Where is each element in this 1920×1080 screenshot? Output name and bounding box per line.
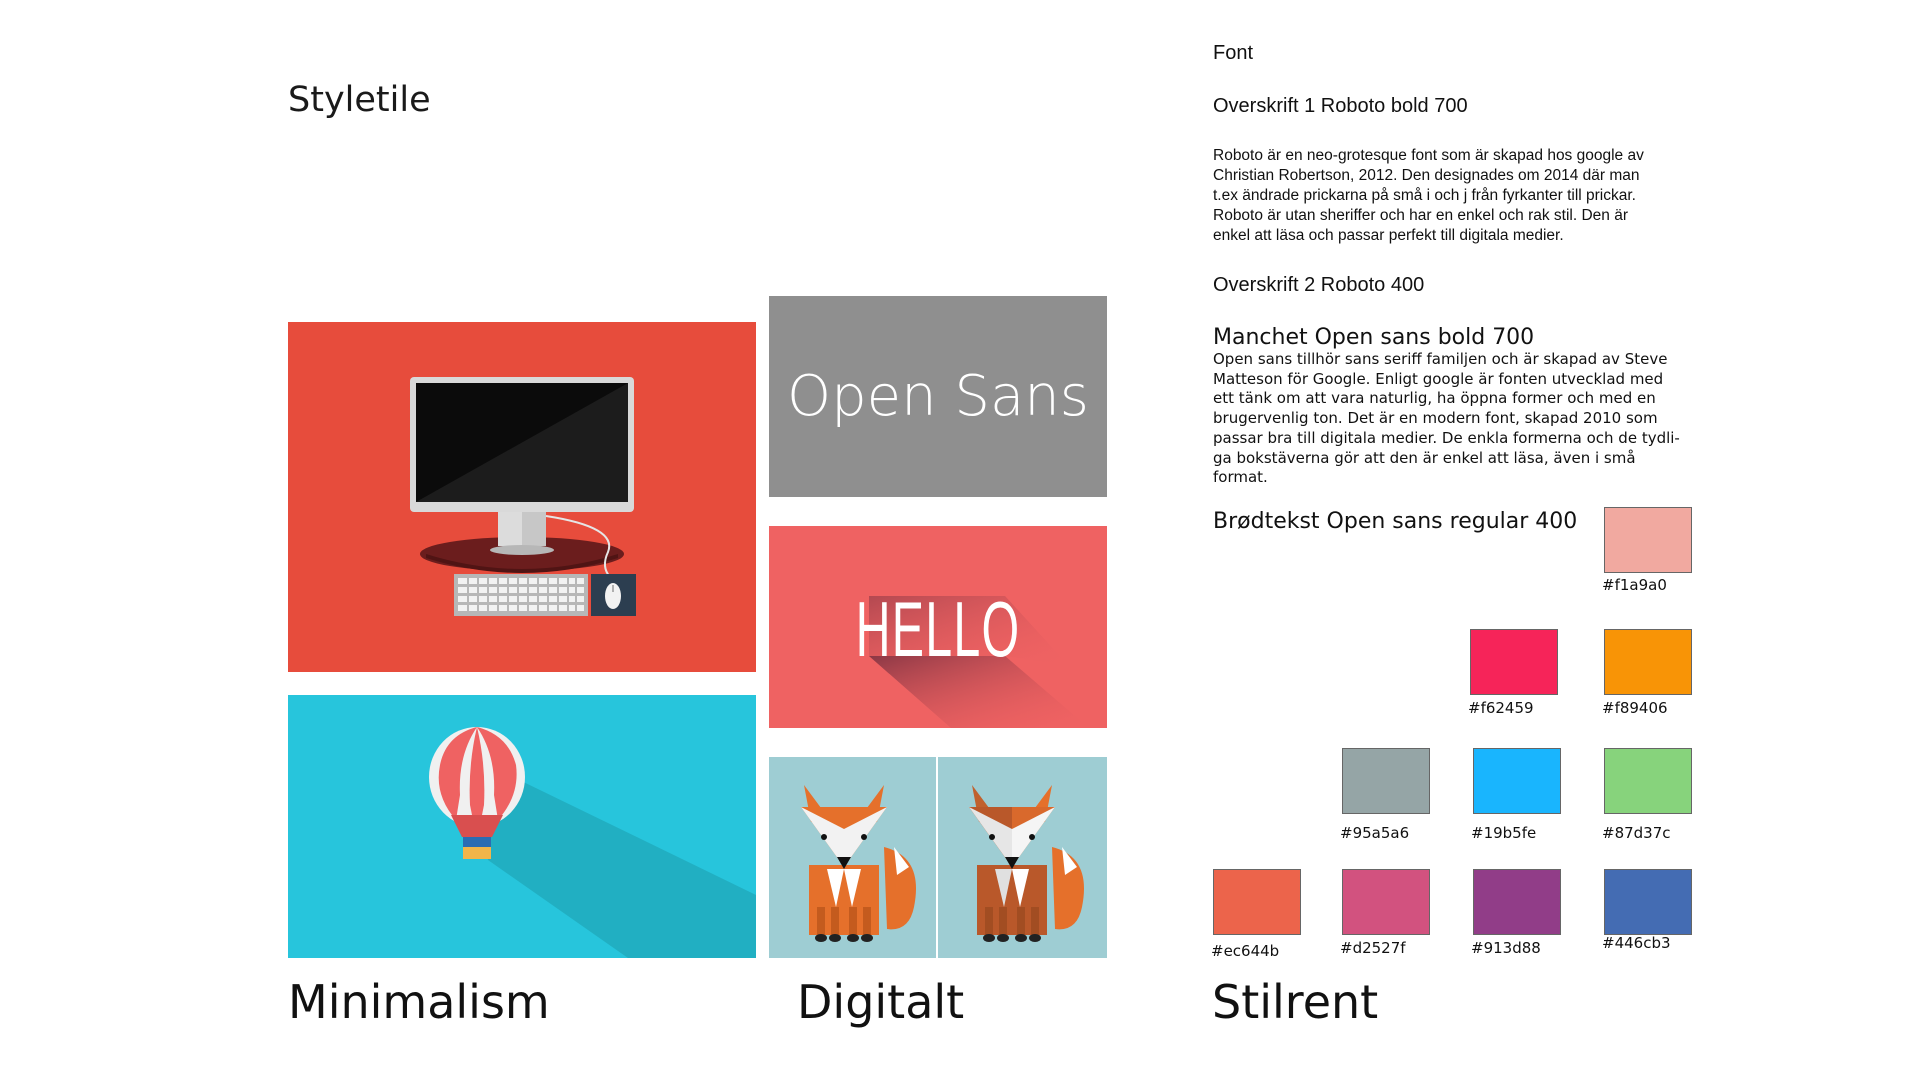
color-swatch-label: #ec644b — [1211, 942, 1280, 960]
color-swatch-label: #446cb3 — [1602, 934, 1671, 952]
open-sans-sample: Open Sans — [787, 364, 1089, 429]
color-swatch-label: #95a5a6 — [1340, 824, 1410, 842]
fox-illustration-icon — [801, 757, 1084, 958]
color-swatch — [1604, 507, 1692, 573]
caption-minimalism: Minimalism — [288, 975, 550, 1029]
hot-air-balloon-icon — [429, 727, 756, 958]
color-swatch-label: #f1a9a0 — [1602, 576, 1667, 594]
color-swatch — [1473, 748, 1561, 814]
color-swatch-label: #19b5fe — [1471, 824, 1537, 842]
hello-sample: HELLO — [855, 585, 1021, 673]
color-swatch — [1470, 629, 1558, 695]
foxes-tile — [769, 757, 1107, 958]
hello-tile: HELLO — [769, 526, 1107, 728]
color-swatch-label: #87d37c — [1602, 824, 1671, 842]
manchet-spec: Manchet Open sans bold 700 — [1213, 325, 1535, 350]
computer-illustration-tile — [288, 322, 756, 672]
color-swatch — [1213, 869, 1301, 935]
color-swatch — [1473, 869, 1561, 935]
caption-digitalt: Digitalt — [797, 975, 965, 1029]
font-heading: Font — [1213, 42, 1254, 64]
heading-2-spec: Overskrift 2 Roboto 400 — [1213, 274, 1425, 296]
color-swatch — [1604, 748, 1692, 814]
color-swatch — [1342, 748, 1430, 814]
brodtekst-spec: Brødtekst Open sans regular 400 — [1213, 509, 1578, 534]
color-swatch — [1604, 629, 1692, 695]
open-sans-description: Open sans tillhör sans seriff familjen o… — [1213, 350, 1680, 487]
color-swatch — [1604, 869, 1692, 935]
color-swatch-label: #913d88 — [1471, 939, 1541, 957]
heading-1-spec: Overskrift 1 Roboto bold 700 — [1213, 95, 1468, 117]
color-swatch-label: #f62459 — [1468, 699, 1534, 717]
desktop-computer-icon — [410, 377, 636, 616]
color-swatch — [1342, 869, 1430, 935]
page-title: Styletile — [288, 80, 431, 120]
caption-stilrent: Stilrent — [1212, 975, 1379, 1029]
hot-air-balloon-tile — [288, 695, 756, 958]
open-sans-tile: Open Sans — [769, 296, 1107, 497]
color-swatch-label: #f89406 — [1602, 699, 1668, 717]
color-swatch-label: #d2527f — [1340, 939, 1406, 957]
roboto-description: Roboto är en neo-grotesque font som är s… — [1213, 147, 1644, 244]
